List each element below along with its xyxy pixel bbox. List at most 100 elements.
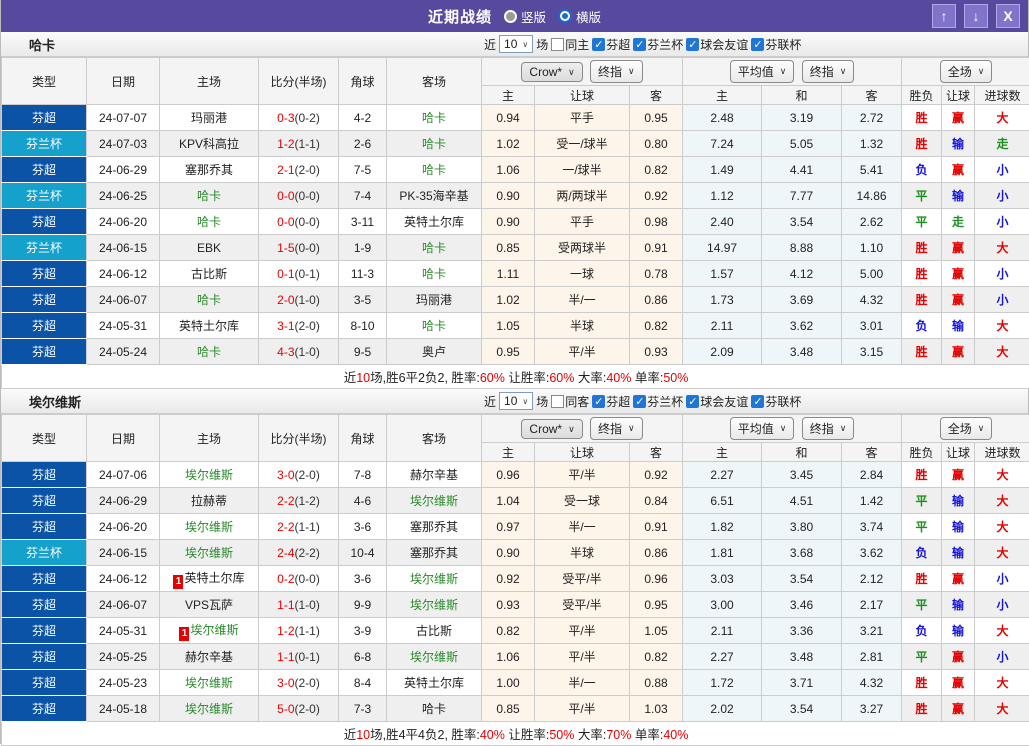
handicap-away-odds: 0.82: [630, 157, 683, 183]
radio-horizontal-layout[interactable]: 横版: [558, 7, 601, 26]
average-select[interactable]: 平均值∨: [730, 60, 795, 83]
avg-away-odds: 3.21: [842, 618, 902, 644]
avg-draw-odds: 3.62: [762, 313, 842, 339]
league-filter-label-0: 芬超: [606, 393, 630, 410]
summary-stat-value: 50%: [663, 371, 688, 385]
near-count-select[interactable]: 10 ∨: [499, 35, 533, 53]
scope-select[interactable]: 全场∨: [940, 417, 993, 440]
avg-home-odds: 2.11: [683, 313, 762, 339]
subheader-winlose: 胜负: [902, 86, 942, 105]
avg-draw-odds: 3.46: [762, 592, 842, 618]
team-name-text: 哈卡: [422, 702, 446, 716]
odds-time-value: 终指: [598, 63, 622, 80]
league-filter-2[interactable]: 球会友谊: [686, 393, 748, 410]
result-winlose: 负: [902, 157, 942, 183]
date-cell: 24-06-07: [87, 592, 160, 618]
scope-select[interactable]: 全场∨: [940, 60, 993, 83]
near-label: 近: [484, 393, 496, 410]
league-badge: 芬超: [2, 313, 87, 339]
league-checkbox-1[interactable]: [633, 38, 646, 51]
corner-cell: 6-8: [339, 644, 387, 670]
team-section: 埃尔维斯 近 10 ∨ 场 同客 芬超 芬兰杯: [1, 389, 1028, 746]
team-name-text: 英特土尔库: [404, 676, 464, 690]
average-time-select[interactable]: 终指∨: [802, 417, 855, 440]
avg-draw-odds: 4.41: [762, 157, 842, 183]
radio-vertical-layout[interactable]: 竖版: [504, 7, 546, 26]
move-down-button[interactable]: ↓: [964, 4, 988, 28]
avg-away-odds: 2.72: [842, 105, 902, 131]
handicap-home-odds: 0.97: [482, 514, 535, 540]
avg-draw-odds: 3.69: [762, 287, 842, 313]
score-cell: 3-0(2-0): [259, 462, 339, 488]
result-handicap: 赢: [942, 235, 975, 261]
odds-time-select[interactable]: 终指∨: [590, 417, 643, 440]
corner-cell: 7-4: [339, 183, 387, 209]
summary-stat-value: 70%: [606, 728, 631, 742]
odds-source-select[interactable]: Crow*∨: [521, 419, 582, 439]
match-row: 芬超24-07-07玛丽港0-3(0-2)4-2哈卡0.94平手0.952.48…: [2, 105, 1029, 131]
handicap-away-odds: 0.84: [630, 488, 683, 514]
radio-horizontal-label: 横版: [576, 7, 601, 26]
subheader-odds-away: 客: [630, 443, 683, 462]
move-up-button[interactable]: ↑: [932, 4, 956, 28]
same-venue-filter[interactable]: 同主: [551, 36, 589, 53]
league-checkbox-2[interactable]: [686, 38, 699, 51]
games-label: 场: [536, 36, 548, 53]
avg-away-odds: 3.74: [842, 514, 902, 540]
summary-stat-value: 10: [356, 728, 370, 742]
team-name-text: VPS瓦萨: [185, 598, 233, 612]
league-filter-1[interactable]: 芬兰杯: [633, 393, 683, 410]
league-filter-3[interactable]: 芬联杯: [751, 393, 801, 410]
column-header-away: 客场: [387, 415, 482, 462]
same-venue-checkbox[interactable]: [551, 395, 564, 408]
summary-text: 单率:: [631, 728, 663, 742]
league-checkbox-2[interactable]: [686, 395, 699, 408]
league-filter-1[interactable]: 芬兰杯: [633, 36, 683, 53]
away-team-cell: 奥卢: [387, 339, 482, 365]
same-venue-checkbox[interactable]: [551, 38, 564, 51]
score-cell: 4-3(1-0): [259, 339, 339, 365]
avg-draw-odds: 3.54: [762, 566, 842, 592]
handicap-home-odds: 0.95: [482, 339, 535, 365]
same-venue-filter[interactable]: 同客: [551, 393, 589, 410]
result-handicap: 赢: [942, 157, 975, 183]
league-checkbox-3[interactable]: [751, 38, 764, 51]
away-team-cell: 哈卡: [387, 105, 482, 131]
handicap-away-odds: 0.95: [630, 592, 683, 618]
league-checkbox-0[interactable]: [592, 395, 605, 408]
avg-draw-odds: 3.71: [762, 670, 842, 696]
team-name-text: 古比斯: [416, 624, 452, 638]
team-name: 哈卡: [29, 35, 55, 54]
radio-horizontal-icon[interactable]: [558, 9, 572, 23]
average-select[interactable]: 平均值∨: [730, 417, 795, 440]
close-button[interactable]: X: [996, 4, 1020, 28]
column-header-home: 主场: [160, 58, 259, 105]
team-name-text: 哈卡: [197, 189, 221, 203]
league-filter-0[interactable]: 芬超: [592, 36, 630, 53]
league-filter-2[interactable]: 球会友谊: [686, 36, 748, 53]
away-team-cell: 玛丽港: [387, 287, 482, 313]
average-time-select[interactable]: 终指∨: [802, 60, 855, 83]
odds-source-select[interactable]: Crow*∨: [521, 62, 582, 82]
near-count-select[interactable]: 10 ∨: [499, 392, 533, 410]
result-goals: 大: [975, 235, 1029, 261]
summary-text: 场,胜4平4负2, 胜率:: [370, 728, 480, 742]
league-badge: 芬超: [2, 566, 87, 592]
match-row: 芬超24-07-06埃尔维斯3-0(2-0)7-8赫尔辛基0.96平/半0.92…: [2, 462, 1029, 488]
league-filter-0[interactable]: 芬超: [592, 393, 630, 410]
corner-cell: 7-5: [339, 157, 387, 183]
column-header-type: 类型: [2, 58, 87, 105]
home-team-cell: 英特土尔库: [160, 313, 259, 339]
result-winlose: 胜: [902, 287, 942, 313]
handicap-home-odds: 0.90: [482, 540, 535, 566]
league-filter-3[interactable]: 芬联杯: [751, 36, 801, 53]
result-goals: 小: [975, 644, 1029, 670]
avg-away-odds: 4.32: [842, 670, 902, 696]
odds-time-select[interactable]: 终指∨: [590, 60, 643, 83]
match-row: 芬超24-06-121英特土尔库0-2(0-0)3-6埃尔维斯0.92受平/半0…: [2, 566, 1029, 592]
league-checkbox-3[interactable]: [751, 395, 764, 408]
league-checkbox-0[interactable]: [592, 38, 605, 51]
handicap-away-odds: 0.82: [630, 313, 683, 339]
radio-vertical-icon[interactable]: [504, 10, 517, 23]
league-checkbox-1[interactable]: [633, 395, 646, 408]
